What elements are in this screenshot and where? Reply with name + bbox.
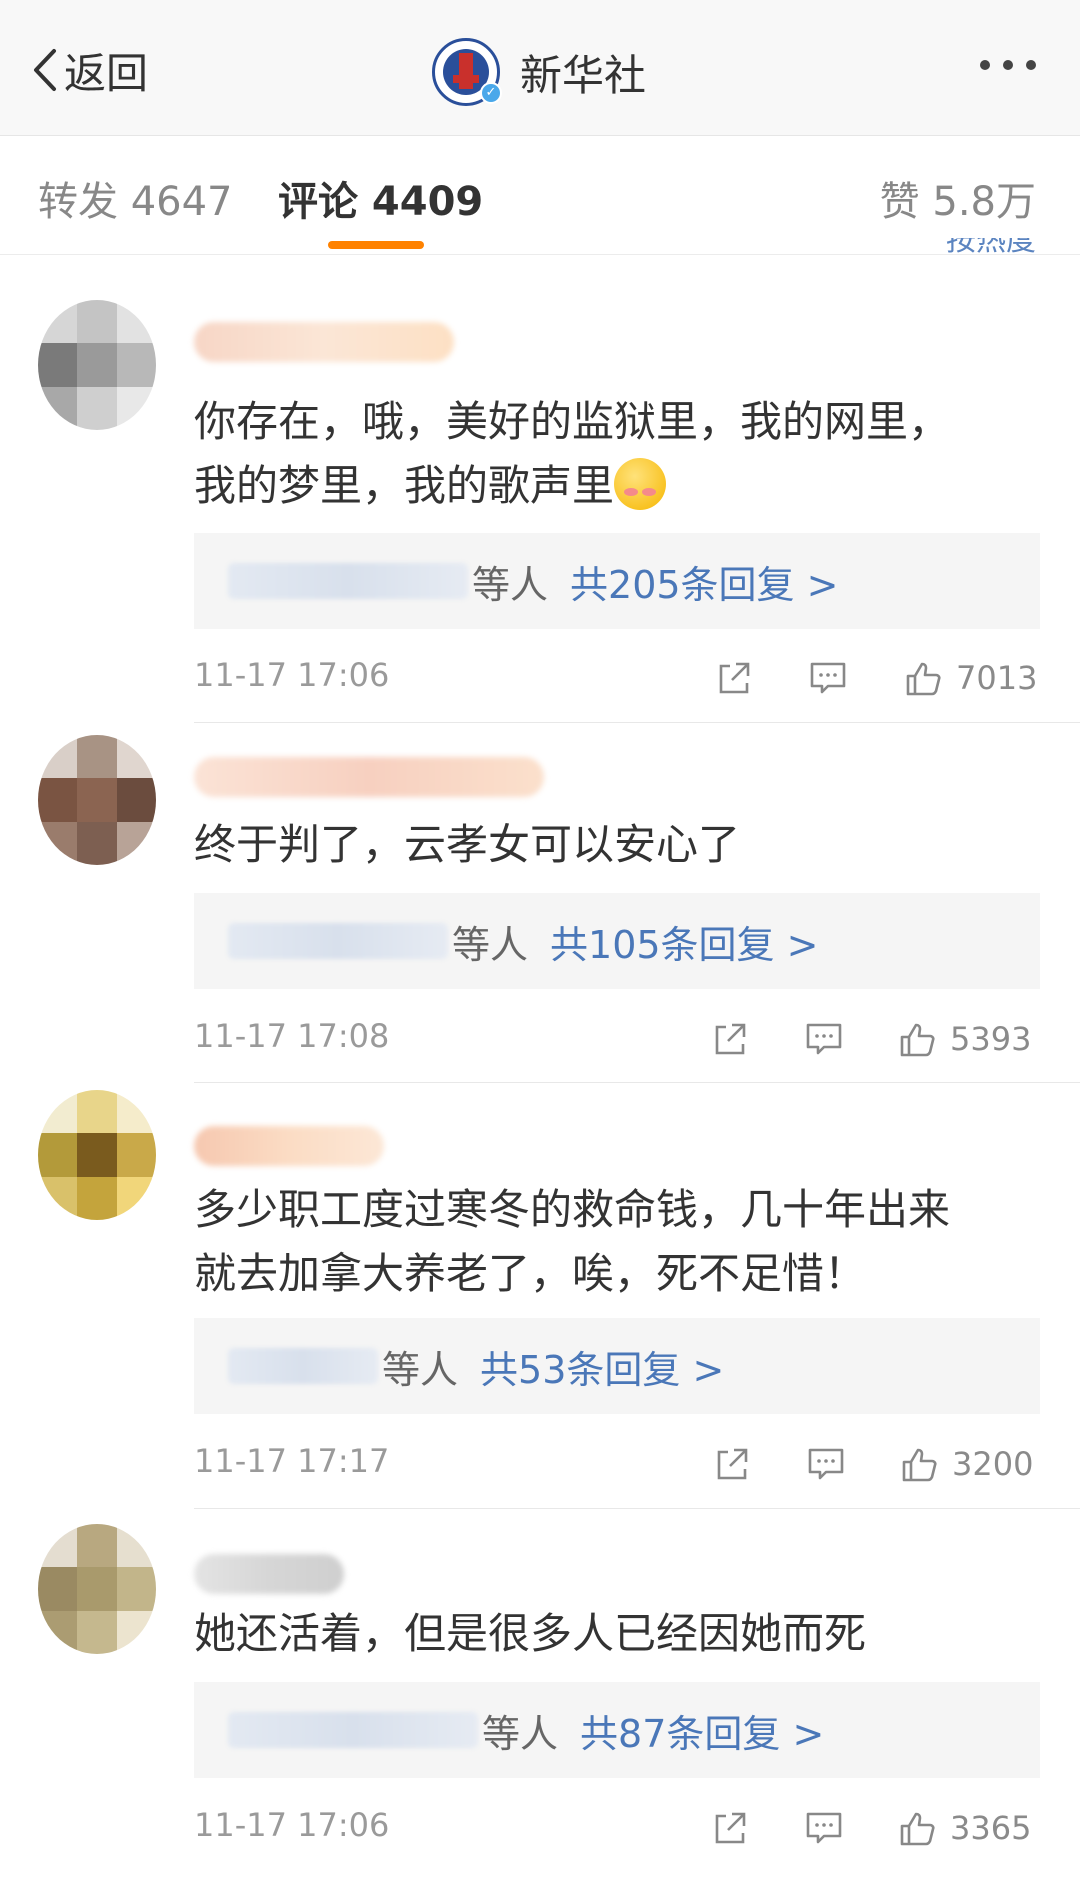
more-dots-icon[interactable] xyxy=(980,60,1036,70)
share-button[interactable] xyxy=(714,656,754,700)
divider xyxy=(194,1082,1080,1083)
timestamp: 11-17 17:06 xyxy=(194,656,390,694)
comment-button[interactable] xyxy=(808,656,848,700)
timestamp: 11-17 17:08 xyxy=(194,1017,390,1055)
active-tab-indicator xyxy=(328,241,424,249)
avatar[interactable] xyxy=(38,1090,156,1220)
avatar[interactable] xyxy=(38,300,156,430)
timestamp: 11-17 17:06 xyxy=(194,1806,390,1844)
timestamp: 11-17 17:17 xyxy=(194,1442,390,1480)
reply-usernames xyxy=(228,923,448,959)
username[interactable] xyxy=(194,322,454,362)
view-replies-link[interactable]: 共105条回复 > xyxy=(550,914,818,969)
comment-icon xyxy=(808,1448,844,1480)
chevron-left-icon xyxy=(34,49,56,91)
top-nav-bar: 返回 ✓ 新华社 xyxy=(0,0,1080,136)
tab-reposts[interactable]: 转发 4647 xyxy=(38,169,233,227)
thumbs-up-icon xyxy=(900,1812,935,1846)
share-icon xyxy=(715,1812,746,1844)
tab-bar: 转发 4647 评论 4409 赞 5.8万 xyxy=(0,137,1080,255)
divider xyxy=(194,722,1080,723)
back-label: 返回 xyxy=(64,48,149,98)
comment-meta: 11-17 17:08 5393 xyxy=(194,1017,1040,1061)
view-replies-link[interactable]: 共87条回复 > xyxy=(580,1703,824,1758)
page-title: 新华社 xyxy=(520,50,647,100)
comment-meta: 11-17 17:06 3365 xyxy=(194,1806,1040,1850)
comment-meta: 11-17 17:06 7013 xyxy=(194,656,1040,700)
comment-icon xyxy=(806,1023,842,1055)
share-icon xyxy=(715,1023,746,1055)
share-icon xyxy=(717,1448,748,1480)
thumbs-up-icon xyxy=(902,1448,937,1482)
share-button[interactable] xyxy=(710,1806,750,1850)
thumbs-up-icon xyxy=(900,1023,935,1057)
like-count: 3200 xyxy=(952,1445,1034,1483)
share-icon xyxy=(719,662,750,694)
like-count: 3365 xyxy=(950,1809,1032,1847)
sort-toggle[interactable]: 按热度 xyxy=(946,238,1036,258)
reply-preview[interactable]: 等人 共205条回复 > xyxy=(194,533,1040,629)
like-button[interactable]: 5393 xyxy=(898,1017,1031,1061)
like-count: 5393 xyxy=(950,1020,1032,1058)
reply-usernames xyxy=(228,563,468,599)
tab-comments[interactable]: 评论 4409 xyxy=(278,169,483,227)
back-button[interactable]: 返回 xyxy=(30,42,148,98)
view-replies-link[interactable]: 共205条回复 > xyxy=(570,554,838,609)
avatar[interactable] xyxy=(38,1524,156,1654)
reply-preview[interactable]: 等人 共105条回复 > xyxy=(194,893,1040,989)
thumbs-up-icon xyxy=(906,662,941,696)
like-button[interactable]: 3200 xyxy=(900,1442,1033,1486)
comment-text: 她还活着，但是很多人已经因她而死 xyxy=(194,1609,867,1658)
username[interactable] xyxy=(194,1126,384,1166)
username[interactable] xyxy=(194,757,544,797)
account-header[interactable]: ✓ 新华社 xyxy=(432,36,646,108)
comment-button[interactable] xyxy=(804,1806,844,1850)
like-count: 7013 xyxy=(956,659,1038,697)
comment-button[interactable] xyxy=(806,1442,846,1486)
share-button[interactable] xyxy=(712,1442,752,1486)
share-button[interactable] xyxy=(710,1017,750,1061)
like-button[interactable]: 7013 xyxy=(904,656,1037,700)
thinking-face-emoji-icon xyxy=(614,458,667,510)
comment-button[interactable] xyxy=(804,1017,844,1061)
verified-badge-icon: ✓ xyxy=(480,82,502,104)
reply-preview[interactable]: 等人 共53条回复 > xyxy=(194,1318,1040,1414)
view-replies-link[interactable]: 共53条回复 > xyxy=(480,1339,724,1394)
comment-text: 多少职工度过寒冬的救命钱，几十年出来 就去加拿大养老了，唉，死不足惜！ xyxy=(194,1185,951,1298)
avatar[interactable] xyxy=(38,735,156,865)
tab-likes[interactable]: 赞 5.8万 xyxy=(880,169,1036,227)
reply-preview[interactable]: 等人 共87条回复 > xyxy=(194,1682,1040,1778)
reply-usernames xyxy=(228,1712,478,1748)
comment-icon xyxy=(806,1812,842,1844)
username[interactable] xyxy=(194,1554,344,1594)
comment-meta: 11-17 17:17 3200 xyxy=(194,1442,1040,1486)
divider xyxy=(194,1508,1080,1509)
like-button[interactable]: 3365 xyxy=(898,1806,1031,1850)
comment-icon xyxy=(810,662,846,694)
comment-text: 终于判了，云孝女可以安心了 xyxy=(194,820,741,869)
reply-usernames xyxy=(228,1348,378,1384)
comment-text: 你存在，哦，美好的监狱里，我的网里， 我的梦里，我的歌声里 xyxy=(194,397,951,510)
